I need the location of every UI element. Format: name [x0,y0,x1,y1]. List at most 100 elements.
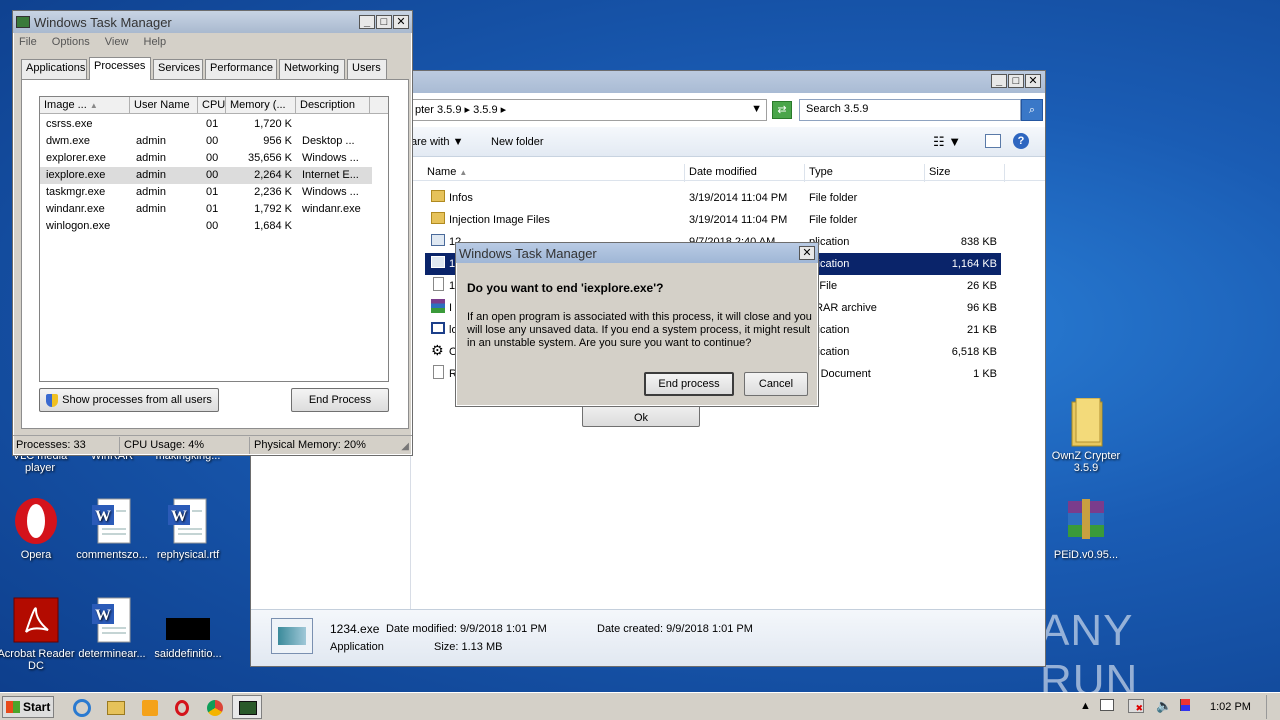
chevron-down-icon[interactable]: ▼ [751,103,762,115]
desktop-icon-rephysical[interactable]: W rephysical.rtf [148,497,228,561]
address-bar[interactable]: pter 3.5.9 ▸ 3.5.9 ▸ ▼ [411,99,767,121]
taskbar-ie-icon[interactable] [66,695,96,719]
desktop-icon-determinear[interactable]: W determinear... [72,596,152,660]
list-item[interactable]: Infos 3/19/2014 11:04 PM File folder [413,187,1003,209]
column-date-modified[interactable]: Date modified [685,164,805,182]
column-image-name[interactable]: Image ... ▲ [40,97,130,114]
desktop-icon-commentszo[interactable]: W commentszo... [72,497,152,561]
search-button[interactable]: ⌕ [1021,99,1043,121]
tray-action-center-icon[interactable] [1100,699,1114,711]
dialog-message: If an open program is associated with th… [467,311,812,349]
share-with-button[interactable]: are with ▼ [411,136,463,148]
menu-help[interactable]: Help [144,36,167,48]
file-size: 1 KB [973,368,997,380]
taskbar-opera-icon[interactable] [166,695,196,719]
menu-bar: File Options View Help [19,36,178,48]
tab-networking[interactable]: Networking [279,59,345,79]
end-process-button[interactable]: End Process [291,388,389,412]
cell-description: Windows ... [302,186,359,198]
column-name[interactable]: Name ▲ [423,164,685,182]
desktop-icon-saiddefinitio[interactable]: saiddefinitio... [148,596,228,660]
desktop-icon-acrobat[interactable]: Acrobat Reader DC [0,596,76,672]
column-memory[interactable]: Memory (... [226,97,296,114]
exe-icon [431,234,445,246]
taskbar-media-player-icon[interactable] [134,695,164,719]
winrar-archive-icon [1062,497,1110,545]
status-bar: Processes: 33 CPU Usage: 4% Physical Mem… [13,435,412,455]
table-row[interactable]: winlogon.exe 00 1,684 K [40,218,372,235]
confirm-end-process-button[interactable]: End process [644,372,734,396]
column-user-name[interactable]: User Name [130,97,198,114]
menu-file[interactable]: File [19,36,37,48]
table-row[interactable]: taskmgr.exe admin 01 2,236 K Windows ... [40,184,372,201]
task-manager-titlebar[interactable]: Windows Task Manager _ □ ✕ [13,11,412,33]
uac-shield-icon [46,393,59,407]
help-icon[interactable]: ? [1013,133,1029,149]
tab-users[interactable]: Users [347,59,387,79]
column-size[interactable]: Size [925,164,1005,182]
file-size: 1,164 KB [951,258,997,270]
table-row[interactable]: windanr.exe admin 01 1,792 K windanr.exe [40,201,372,218]
taskbar-task-manager-icon[interactable] [232,695,262,719]
details-date-modified: Date modified: 9/9/2018 1:01 PM [386,623,547,635]
tray-expand-icon[interactable]: ▲ [1080,700,1091,712]
folder-icon [1062,397,1110,447]
resize-grip-icon[interactable]: ◢ [401,441,409,452]
tab-strip: Applications Processes Services Performa… [21,57,409,81]
process-list[interactable]: Image ... ▲ User Name CPU Memory (... De… [39,96,389,382]
minimize-button[interactable]: _ [991,74,1007,88]
details-date-created: Date created: 9/9/2018 1:01 PM [597,623,753,635]
cell-cpu: 00 [206,220,219,232]
list-item[interactable]: Injection Image Files 3/19/2014 11:04 PM… [413,209,1003,231]
column-description[interactable]: Description [296,97,370,114]
menu-view[interactable]: View [105,36,129,48]
desktop-icon-ownz-crypter[interactable]: OwnZ Crypter 3.5.9 [1046,397,1126,474]
tray-flag-icon[interactable] [1180,699,1190,711]
task-manager-window[interactable]: Windows Task Manager _ □ ✕ File Options … [12,10,413,456]
tab-performance[interactable]: Performance [205,59,277,79]
cell-description: Desktop ... [302,135,355,147]
tab-applications[interactable]: Applications [21,59,87,79]
windows-logo-icon [6,701,20,713]
cancel-button[interactable]: Cancel [744,372,808,396]
file-date: 3/19/2014 11:04 PM [689,214,788,226]
cell-memory: 2,264 K [254,169,292,181]
cell-user: admin [136,152,166,164]
start-button[interactable]: Start [2,696,54,718]
show-desktop-button[interactable] [1266,695,1278,719]
close-button[interactable]: ✕ [1025,74,1041,88]
tab-services[interactable]: Services [153,59,203,79]
desktop-icon-peid[interactable]: PEiD.v0.95... [1046,497,1126,561]
new-folder-button[interactable]: New folder [491,136,544,148]
cell-memory: 956 K [263,135,292,147]
dialog-titlebar[interactable]: Windows Task Manager ✕ [456,243,818,263]
tray-volume-icon[interactable]: 🔈 [1156,698,1172,714]
desktop-icon-opera[interactable]: Opera [0,497,76,561]
confirm-end-process-dialog[interactable]: Windows Task Manager ✕ Do you want to en… [455,242,819,407]
maximize-button[interactable]: □ [1008,74,1024,88]
preview-pane-icon[interactable] [985,134,1001,148]
taskbar-chrome-icon[interactable] [198,695,228,719]
taskbar-clock[interactable]: 1:02 PM [1210,701,1251,713]
status-physical-memory: Physical Memory: 20% [254,439,366,451]
close-button[interactable]: ✕ [393,15,409,29]
tab-processes[interactable]: Processes [89,57,151,80]
taskbar-explorer-icon[interactable] [100,695,130,719]
show-all-processes-button[interactable]: Show processes from all users [39,388,219,412]
table-row[interactable]: dwm.exe admin 00 956 K Desktop ... [40,133,372,150]
refresh-button[interactable]: ⇄ [772,101,792,119]
column-cpu[interactable]: CPU [198,97,226,114]
cell-memory: 1,684 K [254,220,292,232]
minimize-button[interactable]: _ [359,15,375,29]
view-options-icon[interactable]: ☷ ▼ [933,134,961,150]
maximize-button[interactable]: □ [376,15,392,29]
details-type: Application [330,641,384,653]
menu-options[interactable]: Options [52,36,90,48]
table-row-selected[interactable]: iexplore.exe admin 00 2,264 K Internet E… [40,167,372,184]
table-row[interactable]: explorer.exe admin 00 35,656 K Windows .… [40,150,372,167]
tray-network-icon[interactable]: ✖ [1128,699,1144,713]
column-type[interactable]: Type [805,164,925,182]
table-row[interactable]: csrss.exe 01 1,720 K [40,116,372,133]
close-button[interactable]: ✕ [799,246,815,260]
search-input[interactable]: Search 3.5.9 [799,99,1021,121]
